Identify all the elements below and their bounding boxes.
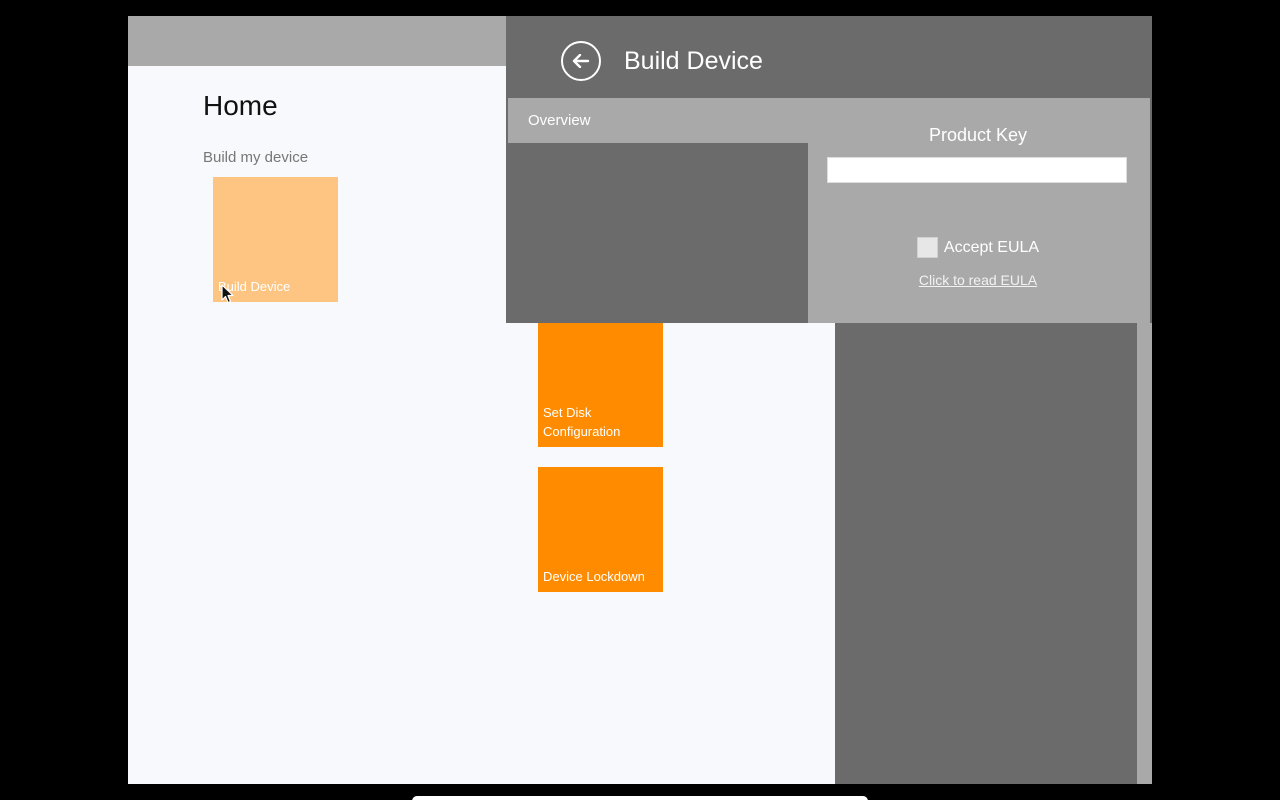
device-lockdown-tile[interactable]: Device Lockdown (538, 467, 663, 592)
accept-eula-checkbox[interactable] (916, 237, 938, 258)
accept-eula-label[interactable]: Accept EULA (944, 239, 1039, 257)
section-label: Build my device (203, 149, 309, 166)
page-title: Home (203, 90, 278, 121)
tile-label: Build Device (218, 279, 291, 294)
bottom-bar (412, 796, 868, 800)
product-key-form: Product Key Accept EULA Click to read EU… (808, 98, 1150, 323)
product-key-input[interactable] (827, 157, 1127, 183)
back-arrow-icon (572, 54, 590, 68)
product-key-label: Product Key (928, 125, 1028, 145)
flyout-title: Build Device (624, 47, 763, 75)
right-panel (835, 323, 1137, 784)
back-button[interactable] (561, 41, 601, 81)
build-device-flyout: Build Device Overview Product Key Accept… (506, 16, 1152, 323)
app-window: Home Build my device Build Device Set Di… (128, 16, 1152, 784)
tab-bar: Overview (508, 98, 808, 143)
top-strip (128, 16, 506, 66)
read-eula-link[interactable]: Click to read EULA (808, 272, 1148, 288)
tile-label: Device Lockdown (543, 569, 645, 584)
set-disk-configuration-tile[interactable]: Set Disk Configuration (538, 322, 663, 447)
tile-label: Set Disk Configuration (543, 405, 621, 439)
tab-overview[interactable]: Overview (528, 112, 591, 129)
overview-content (506, 143, 808, 323)
eula-row: Accept EULA (808, 237, 1148, 258)
mouse-cursor-icon (221, 284, 234, 304)
panel-edge (1137, 323, 1152, 784)
